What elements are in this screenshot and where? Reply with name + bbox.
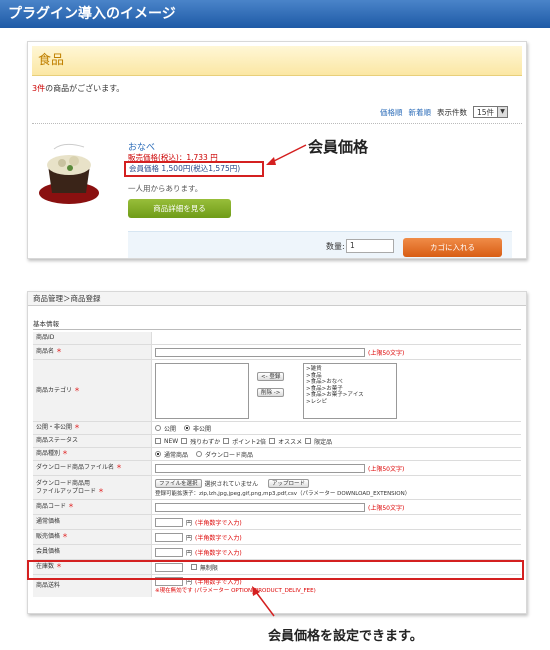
shipping-note: ※現在無効です (パラメーター OPTION_PRODUCT_DELIV_FEE… — [155, 588, 316, 594]
chevron-down-icon: ▼ — [497, 107, 508, 117]
label-status: 商品ステータス — [33, 435, 152, 447]
row-dl-upload: ダウンロード商品用 ファイルアップロード ＊ ファイルを選択 選択されていません ア… — [33, 476, 521, 500]
product-note: 一人用からあります。 — [128, 184, 203, 193]
row-status: 商品ステータス NEW 残りわずか ポイント2倍 オススメ 限定品 — [33, 435, 521, 448]
extension-note: 登録可能拡張子：zip,lzh,jpg,jpeg,gif,png,mp3,pdf… — [155, 491, 411, 497]
label-code: 商品コード — [36, 503, 67, 511]
product-code-input[interactable] — [155, 502, 365, 512]
normal-price-input[interactable] — [155, 517, 183, 527]
page-banner: プラグイン導入のイメージ — [0, 0, 550, 28]
section-title: 基本情報 — [33, 320, 59, 328]
member-price-setting-callout: 会員価格を設定できます。 — [268, 629, 423, 644]
radio-normal[interactable] — [155, 451, 161, 457]
add-to-cart-button[interactable]: カゴに入れる — [403, 238, 502, 257]
cart-bar: 数量: 1 カゴに入れる — [128, 231, 512, 258]
product-form: 商品ID 商品名 ＊ (上限50文字) 商品カテゴリ ＊ <- 登録 削除 ->… — [33, 332, 521, 597]
arrow-left-icon — [266, 144, 307, 165]
divider — [32, 123, 522, 124]
banner-title: プラグイン導入のイメージ — [8, 6, 176, 22]
radio-public[interactable] — [155, 425, 161, 431]
label-type: 商品種別 — [36, 450, 61, 458]
sort-new-link[interactable]: 新着順 — [409, 107, 432, 118]
category-heading: 食品 — [32, 46, 522, 76]
checkbox-status[interactable] — [181, 438, 188, 444]
radio-download[interactable] — [195, 451, 202, 457]
row-dl-filename: ダウンロード商品ファイル名 ＊ (上限50文字) — [33, 461, 521, 476]
perpage-select[interactable]: 15件 ▼ — [473, 106, 509, 118]
product-image[interactable] — [34, 137, 104, 207]
row-normal-price: 通常価格 円 (半角数字で入力) — [33, 515, 521, 530]
required-mark: ＊ — [55, 348, 62, 356]
checkbox-status[interactable] — [223, 438, 230, 444]
row-public: 公開・非公開 ＊ 公開 非公開 — [33, 422, 521, 435]
checkbox-status[interactable] — [305, 438, 312, 444]
product-count: 3件の商品がございます。 — [32, 84, 125, 93]
label-member-price: 会員価格 — [33, 545, 152, 559]
label-normal-price: 通常価格 — [33, 515, 152, 529]
label-sale-price: 販売価格 — [36, 533, 61, 541]
row-member-price: 会員価格 円 (半角数字で入力) — [33, 545, 521, 560]
admin-page-title: 商品管理＞商品登録 — [28, 292, 526, 306]
label-category: 商品カテゴリ — [36, 386, 73, 394]
checkbox-status[interactable] — [269, 438, 276, 444]
perpage-label: 表示件数 — [437, 107, 467, 117]
row-product-name: 商品名 ＊ (上限50文字) — [33, 345, 521, 360]
label-dl-filename: ダウンロード商品ファイル名 — [36, 464, 115, 472]
category-selected-list[interactable]: >雑貨 >食品 >食品>おなべ >食品>お菓子 >食品>お菓子>アイス >レシピ — [303, 363, 397, 419]
checkbox-status[interactable] — [155, 438, 161, 444]
quantity-label: 数量: — [326, 242, 345, 251]
label-public: 公開・非公開 — [36, 424, 73, 432]
row-type: 商品種別 ＊ 通常商品 ダウンロード商品 — [33, 448, 521, 461]
label-dl-upload: ダウンロード商品用 — [36, 480, 91, 487]
sort-bar: 価格順 新着順 表示件数 15件 ▼ — [380, 106, 509, 118]
row-category: 商品カテゴリ ＊ <- 登録 削除 -> >雑貨 >食品 >食品>おなべ >食品… — [33, 360, 521, 422]
row-sale-price: 販売価格 ＊ 円 (半角数字で入力) — [33, 530, 521, 545]
radio-private[interactable] — [183, 425, 190, 431]
member-price-input[interactable] — [155, 547, 183, 557]
quantity-input[interactable]: 1 — [346, 239, 394, 253]
sale-price-input[interactable] — [155, 532, 183, 542]
member-price-highlight: 会員価格 1,500円(税込1,575円) — [124, 161, 264, 177]
row-code: 商品コード ＊ (上限50文字) — [33, 500, 521, 515]
choose-file-button[interactable]: ファイルを選択 — [155, 479, 202, 488]
register-button[interactable]: <- 登録 — [257, 372, 285, 381]
arrow-up-icon — [252, 586, 275, 617]
label-product-name: 商品名 — [36, 348, 55, 356]
upload-button[interactable]: アップロード — [267, 479, 309, 488]
delete-button[interactable]: 削除 -> — [257, 388, 285, 397]
category-source-list[interactable] — [155, 363, 249, 419]
member-price-callout: 会員価格 — [308, 138, 369, 156]
sort-price-link[interactable]: 価格順 — [380, 107, 403, 118]
product-detail-button[interactable]: 商品詳細を見る — [128, 199, 231, 218]
divider — [33, 329, 521, 330]
member-price-row-highlight — [27, 560, 524, 580]
dl-filename-input[interactable] — [155, 463, 365, 473]
limit-note: (上限50文字) — [368, 349, 405, 357]
category-item[interactable]: >レシピ — [306, 399, 394, 406]
row-product-id: 商品ID — [33, 332, 521, 345]
product-name-input[interactable] — [155, 347, 365, 357]
label-product-id: 商品ID — [33, 332, 152, 344]
